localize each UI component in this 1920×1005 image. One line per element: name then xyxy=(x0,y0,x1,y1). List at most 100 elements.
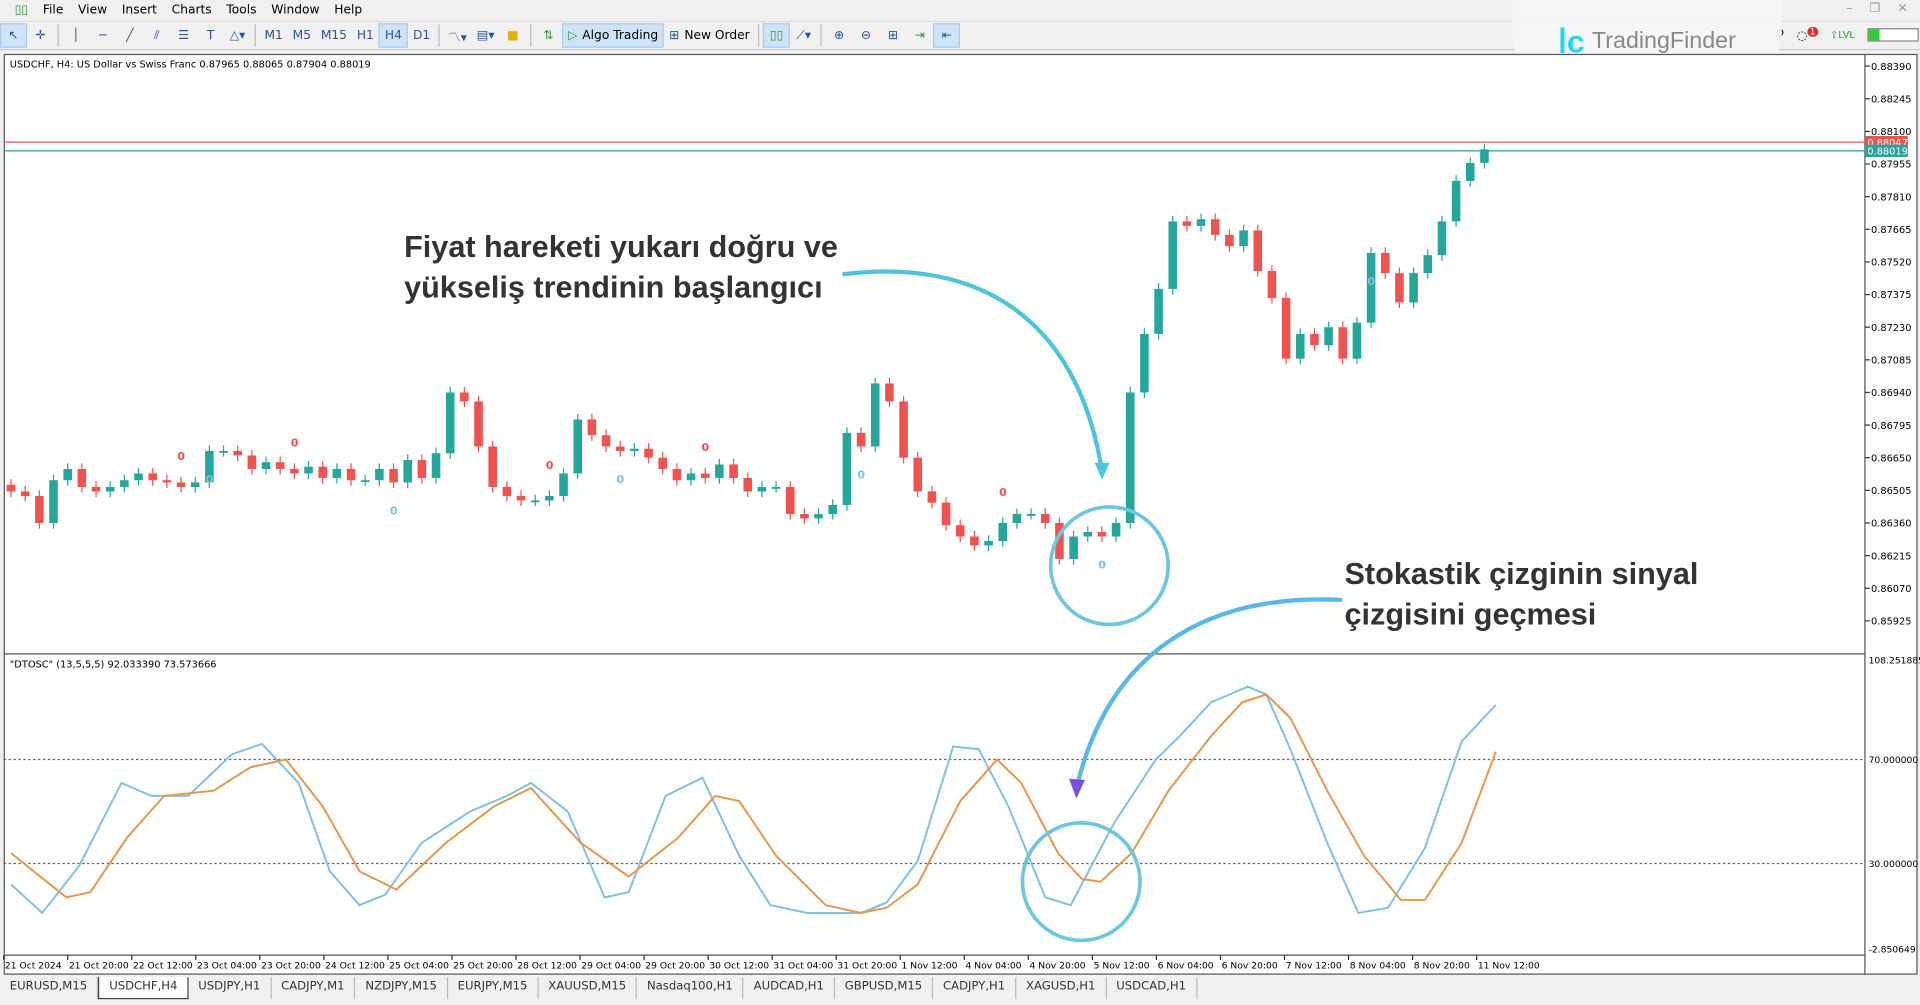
candle xyxy=(403,454,412,489)
candle-body xyxy=(1168,221,1178,289)
candle-body xyxy=(1352,322,1362,359)
candle xyxy=(1196,213,1206,232)
candle xyxy=(970,530,979,552)
candle-body xyxy=(431,453,441,478)
candle-body xyxy=(743,477,753,492)
candle-body xyxy=(814,513,823,519)
price-label: 0.87810 xyxy=(1871,192,1911,203)
candle xyxy=(1140,328,1149,399)
candle-body xyxy=(1069,536,1078,559)
symbol-tab[interactable]: XAGUSD,H1 xyxy=(1016,977,1107,1000)
candle xyxy=(984,535,993,552)
candle-body xyxy=(587,419,597,436)
time-label: 8 Nov 04:00 xyxy=(1350,961,1406,972)
candle-body xyxy=(91,486,101,492)
time-label: 28 Oct 12:00 xyxy=(517,961,577,972)
candle-body xyxy=(927,491,937,503)
price-label: 0.86505 xyxy=(1871,486,1911,497)
symbol-tab[interactable]: CADJPY,M1 xyxy=(271,977,356,1000)
price-label: 0.86360 xyxy=(1871,519,1911,530)
candle xyxy=(814,508,823,525)
candle xyxy=(20,485,30,502)
candle-body xyxy=(1154,288,1163,334)
symbol-tab[interactable]: CADJPY,H1 xyxy=(933,977,1017,1000)
symbol-tab[interactable]: Nasdaq100,H1 xyxy=(637,977,744,1000)
symbol-tab[interactable]: USDCAD,H1 xyxy=(1106,977,1198,1000)
candle xyxy=(1338,321,1348,365)
candle-body xyxy=(176,482,186,487)
candle-body xyxy=(530,500,540,503)
candle-body xyxy=(162,480,172,483)
symbol-tab[interactable]: EURUSD,M15 xyxy=(0,977,99,1000)
time-label: 21 Oct 2024 xyxy=(5,961,62,972)
symbol-tab[interactable]: NZDJPY,M15 xyxy=(356,977,448,1000)
candle-body xyxy=(502,486,512,496)
candle-body xyxy=(1423,255,1433,274)
time-label: 5 Nov 12:00 xyxy=(1094,961,1150,972)
candle-body xyxy=(275,462,285,469)
candle xyxy=(6,479,16,498)
candle xyxy=(1168,215,1178,295)
candle-body xyxy=(332,468,342,478)
chart-canvas[interactable]: 0.883900.882450.881000.879550.878100.876… xyxy=(0,0,1920,1005)
candle xyxy=(1437,215,1447,261)
time-label: 8 Nov 20:00 xyxy=(1414,961,1470,972)
symbol-tab[interactable]: AUDCAD,H1 xyxy=(744,977,835,1000)
candle-body xyxy=(545,495,554,501)
candle xyxy=(686,467,696,486)
candle xyxy=(105,481,115,498)
candle-body xyxy=(1380,252,1390,274)
candle-body xyxy=(261,462,271,469)
candle xyxy=(1423,249,1433,279)
buy-signal-marker: 0 xyxy=(1367,275,1375,288)
candle-body xyxy=(1111,522,1121,537)
time-label: 6 Nov 04:00 xyxy=(1158,961,1214,972)
candle xyxy=(1040,508,1050,529)
candle-body xyxy=(559,473,568,496)
candle xyxy=(120,474,129,493)
symbol-tab[interactable]: USDJPY,H1 xyxy=(188,977,272,1000)
candle-body xyxy=(729,464,738,478)
price-label: 0.87375 xyxy=(1871,290,1911,301)
candle-body xyxy=(800,513,809,519)
candle xyxy=(1210,213,1220,241)
candle-body xyxy=(615,446,625,451)
price-label: 0.86795 xyxy=(1871,421,1911,432)
symbol-tab[interactable]: EURJPY,M15 xyxy=(448,977,539,1000)
candle xyxy=(545,490,554,507)
candle-body xyxy=(389,468,398,483)
candle-body xyxy=(885,383,894,402)
candle xyxy=(870,377,880,453)
candle-body xyxy=(1324,327,1333,346)
candle xyxy=(516,490,526,507)
candle-body xyxy=(828,504,838,514)
candle-body xyxy=(403,459,412,483)
candle-body xyxy=(700,473,710,478)
time-label: 23 Oct 20:00 xyxy=(261,961,321,972)
candle xyxy=(275,456,285,475)
time-label: 4 Nov 04:00 xyxy=(966,961,1022,972)
candle xyxy=(1480,143,1489,169)
candle-body xyxy=(715,464,724,478)
candle-body xyxy=(672,468,682,481)
candle-body xyxy=(984,540,993,546)
candle-body xyxy=(1366,252,1376,323)
candle-body xyxy=(1239,230,1248,247)
candle xyxy=(955,519,965,543)
candle xyxy=(672,463,682,486)
candle-body xyxy=(445,392,455,454)
symbol-tab[interactable]: XAUUSD,M15 xyxy=(538,977,638,1000)
candle xyxy=(332,463,342,484)
candle-body xyxy=(1125,392,1135,523)
candle-body xyxy=(35,495,44,523)
candle xyxy=(290,463,299,480)
candle xyxy=(1366,247,1376,329)
candle-body xyxy=(1012,513,1022,523)
symbol-tab[interactable]: USDCHF,H4 xyxy=(98,977,189,1000)
symbol-tabs: EURUSD,M15 USDCHF,H4 USDJPY,H1 CADJPY,M1 NZD… xyxy=(0,977,1920,1000)
candle xyxy=(1026,508,1036,520)
time-label: 29 Oct 04:00 xyxy=(581,961,641,972)
symbol-tab[interactable]: GBPUSD,M15 xyxy=(835,977,934,1000)
price-label: 0.88390 xyxy=(1871,62,1911,73)
osc-axis-label: 108.251885 xyxy=(1869,656,1920,667)
